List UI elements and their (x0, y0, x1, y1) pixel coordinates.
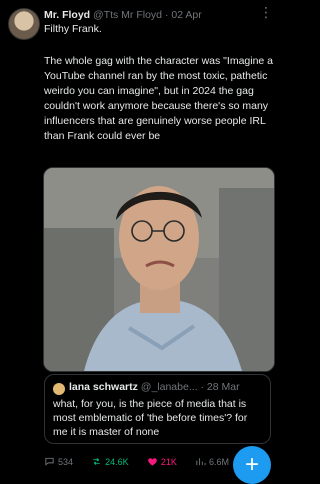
quoted-tweet[interactable]: lana schwartz @_lanabe... · 28 Mar what,… (44, 374, 271, 444)
analytics-icon (195, 456, 206, 467)
tweet-body: The whole gag with the character was "Im… (44, 55, 274, 142)
views-button[interactable]: 6.6M (195, 456, 229, 467)
heart-icon (147, 456, 158, 467)
tweet-date[interactable]: 02 Apr (171, 9, 201, 21)
quoted-author-name: lana schwartz (69, 381, 138, 393)
quoted-body: what, for you, is the piece of media tha… (53, 398, 248, 438)
compose-button[interactable]: + (233, 446, 271, 484)
quoted-author-handle: @_lanabe... (140, 381, 198, 393)
reply-button[interactable]: 534 (44, 456, 73, 467)
like-button[interactable]: 21K (147, 456, 177, 467)
retweet-button[interactable]: 24.6K (91, 456, 129, 467)
tweet[interactable]: Mr. Floyd @Tts Mr Floyd · 02 Apr ⋮ Filth… (0, 0, 281, 484)
author-handle[interactable]: @Tts Mr Floyd (93, 9, 162, 21)
reply-count: 534 (58, 456, 74, 467)
author-avatar[interactable] (8, 8, 40, 40)
retweet-count: 24.6K (105, 456, 129, 467)
tweet-first-line: Filthy Frank. (44, 23, 102, 35)
tweet-header: Mr. Floyd @Tts Mr Floyd · 02 Apr (44, 9, 254, 22)
tweet-image[interactable] (43, 167, 275, 372)
quoted-author-avatar (53, 383, 65, 395)
more-options-icon[interactable]: ⋮ (259, 4, 273, 21)
quoted-header: lana schwartz @_lanabe... · 28 Mar (69, 381, 265, 393)
action-bar: 534 24.6K 21K 6.6M (44, 456, 229, 467)
reply-icon (44, 456, 55, 467)
quoted-date: 28 Mar (206, 381, 240, 393)
views-count: 6.6M (208, 456, 229, 467)
author-name[interactable]: Mr. Floyd (44, 9, 90, 21)
like-count: 21K (160, 456, 177, 467)
separator: · (164, 9, 169, 21)
retweet-icon (91, 456, 102, 467)
quoted-separator: · (200, 381, 205, 393)
